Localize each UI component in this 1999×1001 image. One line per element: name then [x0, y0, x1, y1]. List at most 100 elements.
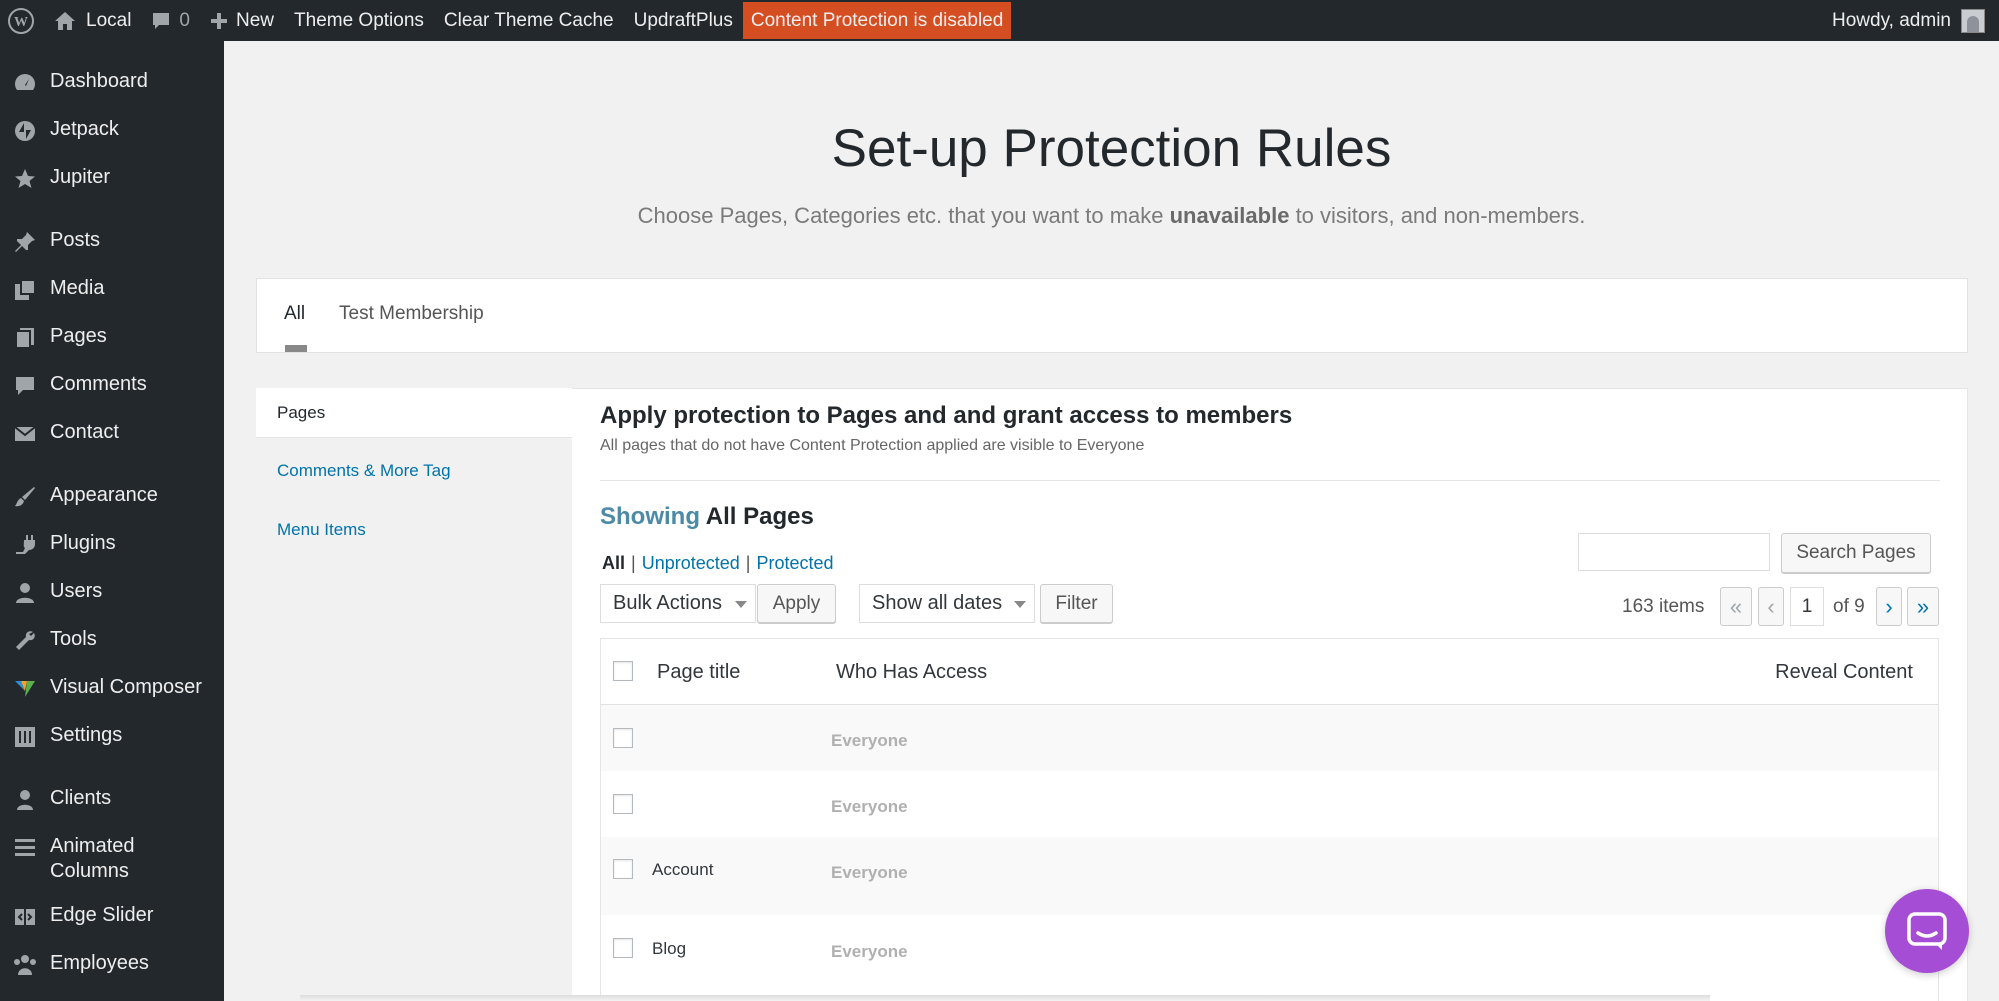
search-pages-button[interactable]: Search Pages — [1781, 533, 1931, 573]
chevron-down-icon — [735, 601, 747, 608]
jetpack-icon — [0, 117, 50, 143]
bulk-actions-select[interactable]: Bulk Actions — [600, 584, 756, 623]
wrench-icon — [0, 627, 50, 653]
pages-icon — [0, 324, 50, 350]
site-name-label: Local — [86, 9, 132, 31]
sidebar-item-clients[interactable]: Clients — [0, 786, 224, 812]
subnav-item-comments-more-tag[interactable]: Comments & More Tag — [256, 446, 572, 496]
rule-type-nav: Pages Comments & More Tag Menu Items — [256, 388, 572, 1001]
media-icon — [0, 276, 50, 302]
next-page-button[interactable]: › — [1876, 587, 1902, 626]
filter-protected[interactable]: Protected — [756, 553, 833, 574]
date-filter-select[interactable]: Show all dates — [859, 584, 1035, 623]
howdy-label: Howdy, admin — [1832, 9, 1951, 31]
star-icon — [0, 165, 50, 191]
sidebar-item-edge-slider[interactable]: Edge Slider — [0, 903, 224, 929]
search-input[interactable] — [1578, 533, 1770, 571]
pushpin-icon — [0, 228, 50, 254]
sidebar-item-appearance[interactable]: Appearance — [0, 483, 224, 509]
column-page-title[interactable]: Page title — [657, 661, 740, 684]
select-all-checkbox[interactable] — [613, 661, 633, 681]
plug-icon — [0, 531, 50, 557]
column-reveal-content: Reveal Content — [1775, 661, 1913, 683]
admin-sidebar: Dashboard Jetpack Jupiter Posts Media Pa… — [0, 41, 224, 1001]
tab-test-membership[interactable]: Test Membership — [339, 303, 484, 325]
filter-unprotected[interactable]: Unprotected — [642, 553, 740, 574]
subnav-item-pages[interactable]: Pages — [256, 388, 572, 438]
theme-options-link[interactable]: Theme Options — [284, 0, 434, 41]
row-access: Everyone — [831, 863, 908, 882]
sidebar-item-tools[interactable]: Tools — [0, 627, 224, 653]
group-icon — [0, 951, 50, 977]
sidebar-item-jetpack[interactable]: Jetpack — [0, 117, 224, 143]
chat-launcher-button[interactable] — [1885, 889, 1969, 973]
apply-button[interactable]: Apply — [757, 584, 836, 623]
wordpress-logo-icon[interactable]: W — [0, 0, 44, 41]
updraftplus-link[interactable]: UpdraftPlus — [624, 0, 743, 41]
sidebar-item-settings[interactable]: Settings — [0, 723, 224, 749]
row-checkbox[interactable] — [613, 938, 633, 958]
subnav-item-menu-items[interactable]: Menu Items — [256, 505, 572, 555]
sidebar-item-posts[interactable]: Posts — [0, 228, 224, 254]
filter-button[interactable]: Filter — [1040, 584, 1113, 623]
sidebar-item-contact[interactable]: Contact — [0, 420, 224, 446]
last-page-button[interactable]: » — [1907, 587, 1939, 626]
table-row: Account Everyone — [601, 837, 1938, 915]
chat-icon — [1907, 912, 1947, 950]
row-checkbox[interactable] — [613, 794, 633, 814]
current-page-input[interactable]: 1 — [1790, 587, 1824, 626]
row-checkbox[interactable] — [613, 728, 633, 748]
prev-page-button[interactable]: ‹ — [1758, 587, 1784, 626]
table-row: Everyone — [601, 705, 1938, 771]
section-title: Apply protection to Pages and and grant … — [600, 402, 1293, 429]
clear-theme-cache-link[interactable]: Clear Theme Cache — [434, 0, 624, 41]
row-checkbox[interactable] — [613, 859, 633, 879]
sidebar-item-employees[interactable]: Employees — [0, 951, 224, 977]
envelope-icon — [0, 420, 50, 446]
chevron-down-icon — [1014, 601, 1026, 608]
row-access: Everyone — [831, 797, 908, 816]
new-content-link[interactable]: New — [200, 0, 284, 41]
sidebar-item-plugins[interactable]: Plugins — [0, 531, 224, 557]
page-title: Set-up Protection Rules — [831, 119, 1392, 178]
dashboard-icon — [0, 69, 50, 95]
sidebar-item-media[interactable]: Media — [0, 276, 224, 302]
sidebar-item-jupiter[interactable]: Jupiter — [0, 165, 224, 191]
total-pages-label: of 9 — [1833, 596, 1865, 617]
avatar — [1961, 8, 1985, 33]
status-filters: All | Unprotected | Protected — [602, 553, 834, 574]
membership-tabs: All Test Membership — [256, 278, 1968, 353]
clients-icon — [0, 786, 50, 812]
home-icon — [55, 11, 75, 30]
columns-icon — [0, 834, 50, 860]
row-title[interactable]: Account — [652, 860, 713, 880]
comments-link[interactable]: 0 — [141, 0, 200, 41]
comment-icon — [153, 12, 170, 29]
first-page-button[interactable]: « — [1720, 587, 1752, 626]
site-name-link[interactable]: Local — [44, 0, 141, 41]
row-access: Everyone — [831, 942, 908, 961]
scroll-shadow — [300, 995, 1710, 1001]
admin-bar: W Local 0 New Theme Options Clear Theme … — [0, 0, 1999, 41]
svg-text:W: W — [14, 15, 28, 30]
section-description: All pages that do not have Content Prote… — [600, 437, 1145, 454]
sidebar-item-animated-columns[interactable]: Animated Columns — [0, 834, 224, 884]
sidebar-item-visual-composer[interactable]: Visual Composer — [0, 675, 224, 701]
sidebar-item-users[interactable]: Users — [0, 579, 224, 605]
table-header: Page title Who Has Access Reveal Content — [601, 639, 1938, 705]
sidebar-item-comments[interactable]: Comments — [0, 372, 224, 398]
row-title[interactable]: Blog — [652, 939, 686, 959]
comment-icon — [0, 372, 50, 398]
slider-icon — [0, 903, 50, 929]
table-row: Blog Everyone — [601, 915, 1938, 981]
user-icon — [0, 579, 50, 605]
table-row: Everyone — [601, 771, 1938, 837]
sidebar-item-dashboard[interactable]: Dashboard — [0, 69, 224, 95]
tab-all[interactable]: All — [284, 303, 305, 325]
content-protection-status[interactable]: Content Protection is disabled — [742, 2, 1012, 39]
filter-all[interactable]: All — [602, 553, 625, 574]
page-subtitle: Choose Pages, Categories etc. that you w… — [637, 203, 1586, 228]
items-count: 163 items — [1622, 596, 1705, 617]
my-account-link[interactable]: Howdy, admin — [1822, 0, 1999, 41]
sidebar-item-pages[interactable]: Pages — [0, 324, 224, 350]
